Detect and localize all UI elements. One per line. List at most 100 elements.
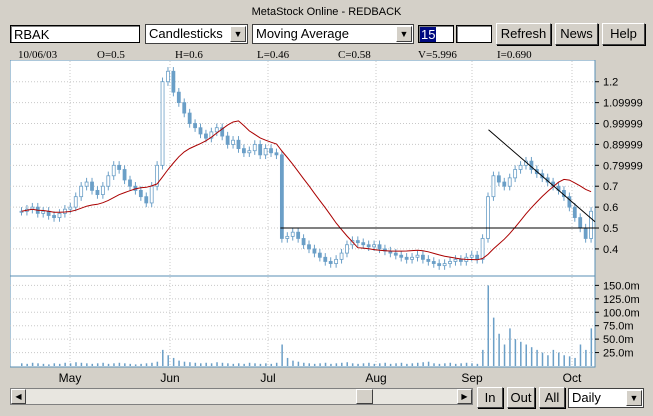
volume-bar [552, 349, 555, 366]
zoom-all-button[interactable]: All [539, 387, 565, 408]
volume-bar [102, 362, 104, 366]
candle [193, 123, 197, 129]
volume-bar [200, 363, 202, 366]
volume-bar [503, 344, 506, 366]
volume-tick-label: 50.0m [603, 334, 634, 346]
price-chart[interactable]: 1.2 1.09999 0.99999 0.89999 0.79999 0.7 0.6 0.5… [10, 60, 653, 386]
volume-bar [590, 328, 593, 366]
scroll-left-icon[interactable]: ◀ [11, 389, 26, 404]
candle [589, 210, 593, 239]
volume-bar [297, 361, 300, 366]
candle [328, 261, 333, 264]
candle [469, 254, 474, 258]
candle [307, 244, 311, 250]
volume-bar [265, 363, 267, 366]
volume-bar [151, 362, 153, 366]
candle [345, 244, 349, 254]
scroll-right-icon[interactable]: ▶ [457, 389, 472, 404]
chevron-down-icon[interactable]: ▼ [230, 26, 246, 42]
volume-bar [454, 363, 457, 366]
volume-bar [194, 362, 197, 366]
volume-bar [237, 363, 240, 366]
indicator-select[interactable]: Moving Average ▼ [252, 24, 414, 44]
volume-bar [259, 363, 262, 366]
volume-bar [91, 363, 94, 366]
period-input[interactable]: 15 [418, 25, 454, 43]
chevron-down-icon[interactable]: ▼ [396, 26, 412, 42]
chart-type-select[interactable]: Candlesticks ▼ [145, 24, 248, 44]
candle [122, 169, 127, 181]
interval-select[interactable]: Daily ▼ [568, 388, 644, 408]
extra-input[interactable] [456, 25, 492, 43]
scroll-thumb[interactable] [356, 389, 373, 404]
candle [160, 81, 165, 166]
volume-bar [465, 362, 468, 366]
volume-bar [498, 333, 500, 366]
volume-bar [373, 363, 376, 366]
candle [68, 206, 73, 210]
price-tick-label: 0.89999 [603, 139, 643, 151]
chart-scrollbar[interactable]: ◀ ▶ [10, 388, 473, 405]
candle [176, 91, 181, 104]
volume-bar [547, 355, 549, 366]
price-tick-label: 1.09999 [603, 98, 643, 110]
candle [62, 208, 67, 214]
volume-bar [303, 362, 305, 366]
candle [290, 231, 295, 237]
volume-bar [520, 341, 522, 366]
volume-bar [362, 363, 365, 366]
volume-bar [525, 344, 527, 366]
candle [231, 139, 235, 145]
candle [426, 258, 431, 262]
month-label: Jun [160, 371, 179, 385]
candle [507, 177, 512, 187]
candle [361, 242, 366, 246]
volume-bar [427, 361, 430, 366]
volume-bar [574, 357, 576, 366]
candle [52, 215, 56, 218]
help-button[interactable]: Help [602, 23, 645, 45]
price-tick-label: 0.79999 [603, 160, 643, 172]
candle [138, 189, 143, 198]
volume-bar [31, 362, 34, 366]
volume-bar [341, 362, 343, 366]
candle [491, 175, 496, 198]
volume-bar [509, 328, 511, 366]
price-tick-label: 0.6 [603, 202, 618, 214]
candle [453, 258, 458, 262]
candle [90, 181, 94, 191]
candle [572, 206, 577, 218]
candle [79, 185, 84, 198]
price-tick-label: 0.5 [603, 223, 618, 235]
symbol-input[interactable]: RBAK [10, 25, 140, 43]
candle [41, 210, 46, 214]
month-label: Oct [563, 371, 582, 385]
refresh-button[interactable]: Refresh [496, 23, 551, 45]
volume-bar [346, 362, 348, 366]
volume-bar [243, 363, 245, 366]
candle [263, 148, 268, 156]
volume-bar [579, 344, 582, 366]
candle [106, 175, 111, 187]
volume-bar [400, 362, 403, 366]
chart-type-value: Candlesticks [149, 26, 223, 41]
volume-bar [449, 362, 452, 366]
volume-bar [384, 362, 386, 366]
volume-bar [145, 363, 148, 366]
chevron-down-icon[interactable]: ▼ [626, 390, 642, 406]
volume-bar [75, 362, 77, 366]
volume-bar [324, 362, 327, 366]
volume-bar [563, 355, 565, 366]
zoom-in-button[interactable]: In [477, 387, 503, 408]
candle [171, 70, 176, 93]
candle [149, 185, 154, 204]
month-label: Aug [365, 371, 386, 385]
volume-bar [232, 363, 235, 366]
zoom-out-button[interactable]: Out [507, 387, 535, 408]
volume-tick-label: 150.0m [603, 280, 640, 292]
volume-bar [270, 363, 273, 366]
volume-bar [422, 362, 424, 366]
candle [513, 169, 518, 179]
volume-bar [86, 363, 88, 366]
news-button[interactable]: News [555, 23, 598, 45]
